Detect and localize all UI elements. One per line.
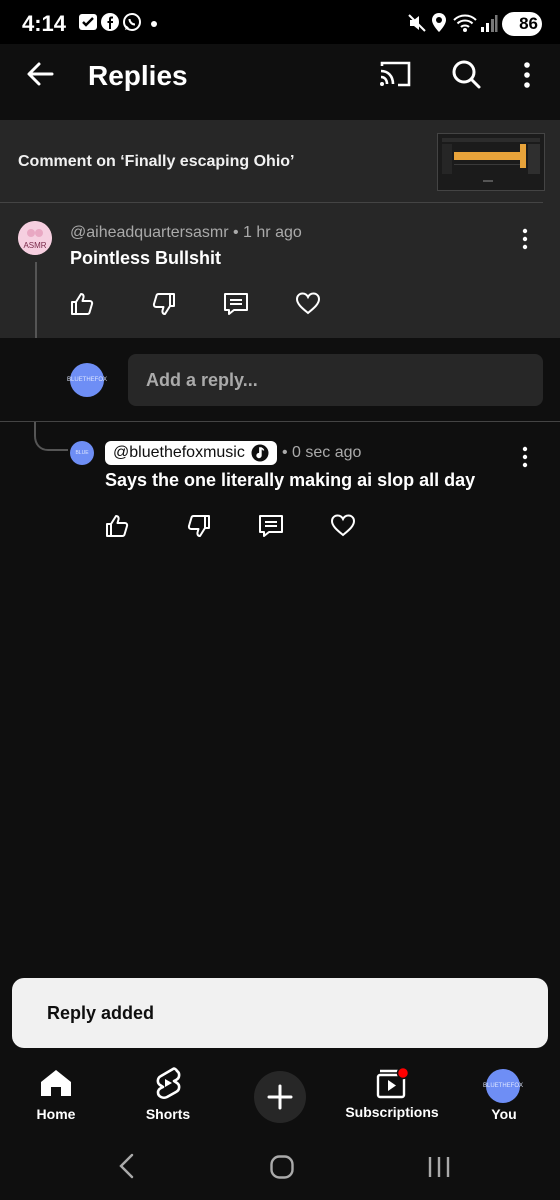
mute-icon — [406, 12, 428, 34]
dislike-button[interactable] — [179, 506, 219, 546]
thumbs-up-icon — [106, 515, 129, 537]
avatar[interactable]: BLUE — [70, 441, 94, 465]
avatar[interactable]: BLUETHEFOX — [483, 1069, 523, 1103]
cast-icon[interactable] — [378, 58, 412, 90]
nav-label: Shorts — [145, 1106, 191, 1122]
thread-line — [35, 262, 37, 338]
thumbs-up-icon — [71, 293, 94, 315]
avatar-text: ASMR — [23, 241, 47, 250]
reply-input[interactable]: Add a reply... — [128, 354, 543, 406]
comment-time: 1 hr ago — [243, 224, 302, 241]
facebook-icon — [100, 12, 120, 32]
heart-button[interactable] — [288, 284, 328, 324]
reply-author: @bluethefoxmusic — [113, 444, 245, 461]
comment-meta: @aiheadquartersasmr • 1 hr ago — [70, 224, 302, 242]
avatar[interactable]: ASMR — [18, 221, 52, 255]
heart-icon — [330, 514, 356, 537]
reply-button[interactable] — [216, 284, 256, 324]
battery-level: 86 — [519, 14, 538, 33]
toast-notification: Reply added — [12, 978, 548, 1048]
nav-home[interactable]: Home — [16, 1068, 96, 1122]
home-icon — [16, 1068, 96, 1098]
music-note-icon — [251, 444, 269, 462]
search-icon[interactable] — [450, 58, 482, 90]
reply-more-icon[interactable] — [520, 446, 530, 468]
reply-divider — [0, 421, 560, 422]
system-home-icon[interactable] — [269, 1154, 295, 1180]
comment-icon — [259, 515, 283, 537]
nav-shorts[interactable]: Shorts — [128, 1066, 208, 1122]
dislike-button[interactable] — [144, 284, 184, 324]
reply-meta: • 0 sec ago — [282, 444, 361, 462]
reply-text: Says the one literally making ai slop al… — [105, 470, 476, 490]
reply-author-pill[interactable]: @bluethefoxmusic — [105, 441, 277, 465]
comment-author[interactable]: @aiheadquartersasmr — [70, 224, 229, 241]
status-time: 4:14 — [22, 11, 67, 36]
reply-button[interactable] — [251, 506, 291, 546]
plus-icon — [267, 1084, 293, 1110]
system-recents-icon[interactable] — [426, 1154, 452, 1180]
heart-button[interactable] — [323, 506, 363, 546]
thumbs-down-icon — [187, 515, 210, 537]
thumbs-down-icon — [152, 293, 175, 315]
like-button[interactable] — [97, 506, 137, 546]
shorts-icon — [128, 1066, 208, 1100]
reply-time: 0 sec ago — [292, 444, 362, 461]
wifi-icon — [452, 12, 478, 34]
nav-label-you[interactable]: You — [474, 1106, 534, 1122]
heart-icon — [295, 292, 321, 315]
battery-indicator: 86 — [502, 12, 542, 36]
subscriptions-icon — [340, 1066, 444, 1100]
nav-subscriptions[interactable]: Subscriptions — [340, 1066, 444, 1120]
signal-icon — [480, 12, 498, 34]
like-button[interactable] — [62, 284, 102, 324]
location-icon — [431, 12, 447, 34]
video-context-label[interactable]: Comment on ‘Finally escaping Ohio’ — [18, 153, 294, 171]
comment-more-icon[interactable] — [520, 228, 530, 250]
thread-connector — [34, 422, 70, 454]
avatar: BLUETHEFOX — [67, 363, 107, 397]
system-back-icon[interactable] — [116, 1152, 136, 1180]
nav-label: Subscriptions — [345, 1104, 439, 1120]
meta-separator: • — [233, 224, 244, 241]
more-vert-icon[interactable] — [520, 60, 534, 90]
context-divider — [0, 202, 543, 203]
nav-label: Home — [36, 1106, 76, 1122]
toast-text: Reply added — [47, 1003, 155, 1023]
meta-separator: • — [282, 444, 293, 461]
create-button[interactable] — [254, 1071, 306, 1123]
whatsapp-icon — [122, 12, 142, 32]
dot-icon — [150, 20, 158, 28]
back-arrow-icon[interactable] — [24, 58, 56, 90]
gmail-icon — [78, 12, 98, 32]
page-title: Replies — [88, 60, 188, 91]
video-thumbnail[interactable] — [437, 133, 545, 191]
comment-icon — [224, 293, 248, 315]
comment-text: Pointless Bullshit — [70, 248, 222, 268]
